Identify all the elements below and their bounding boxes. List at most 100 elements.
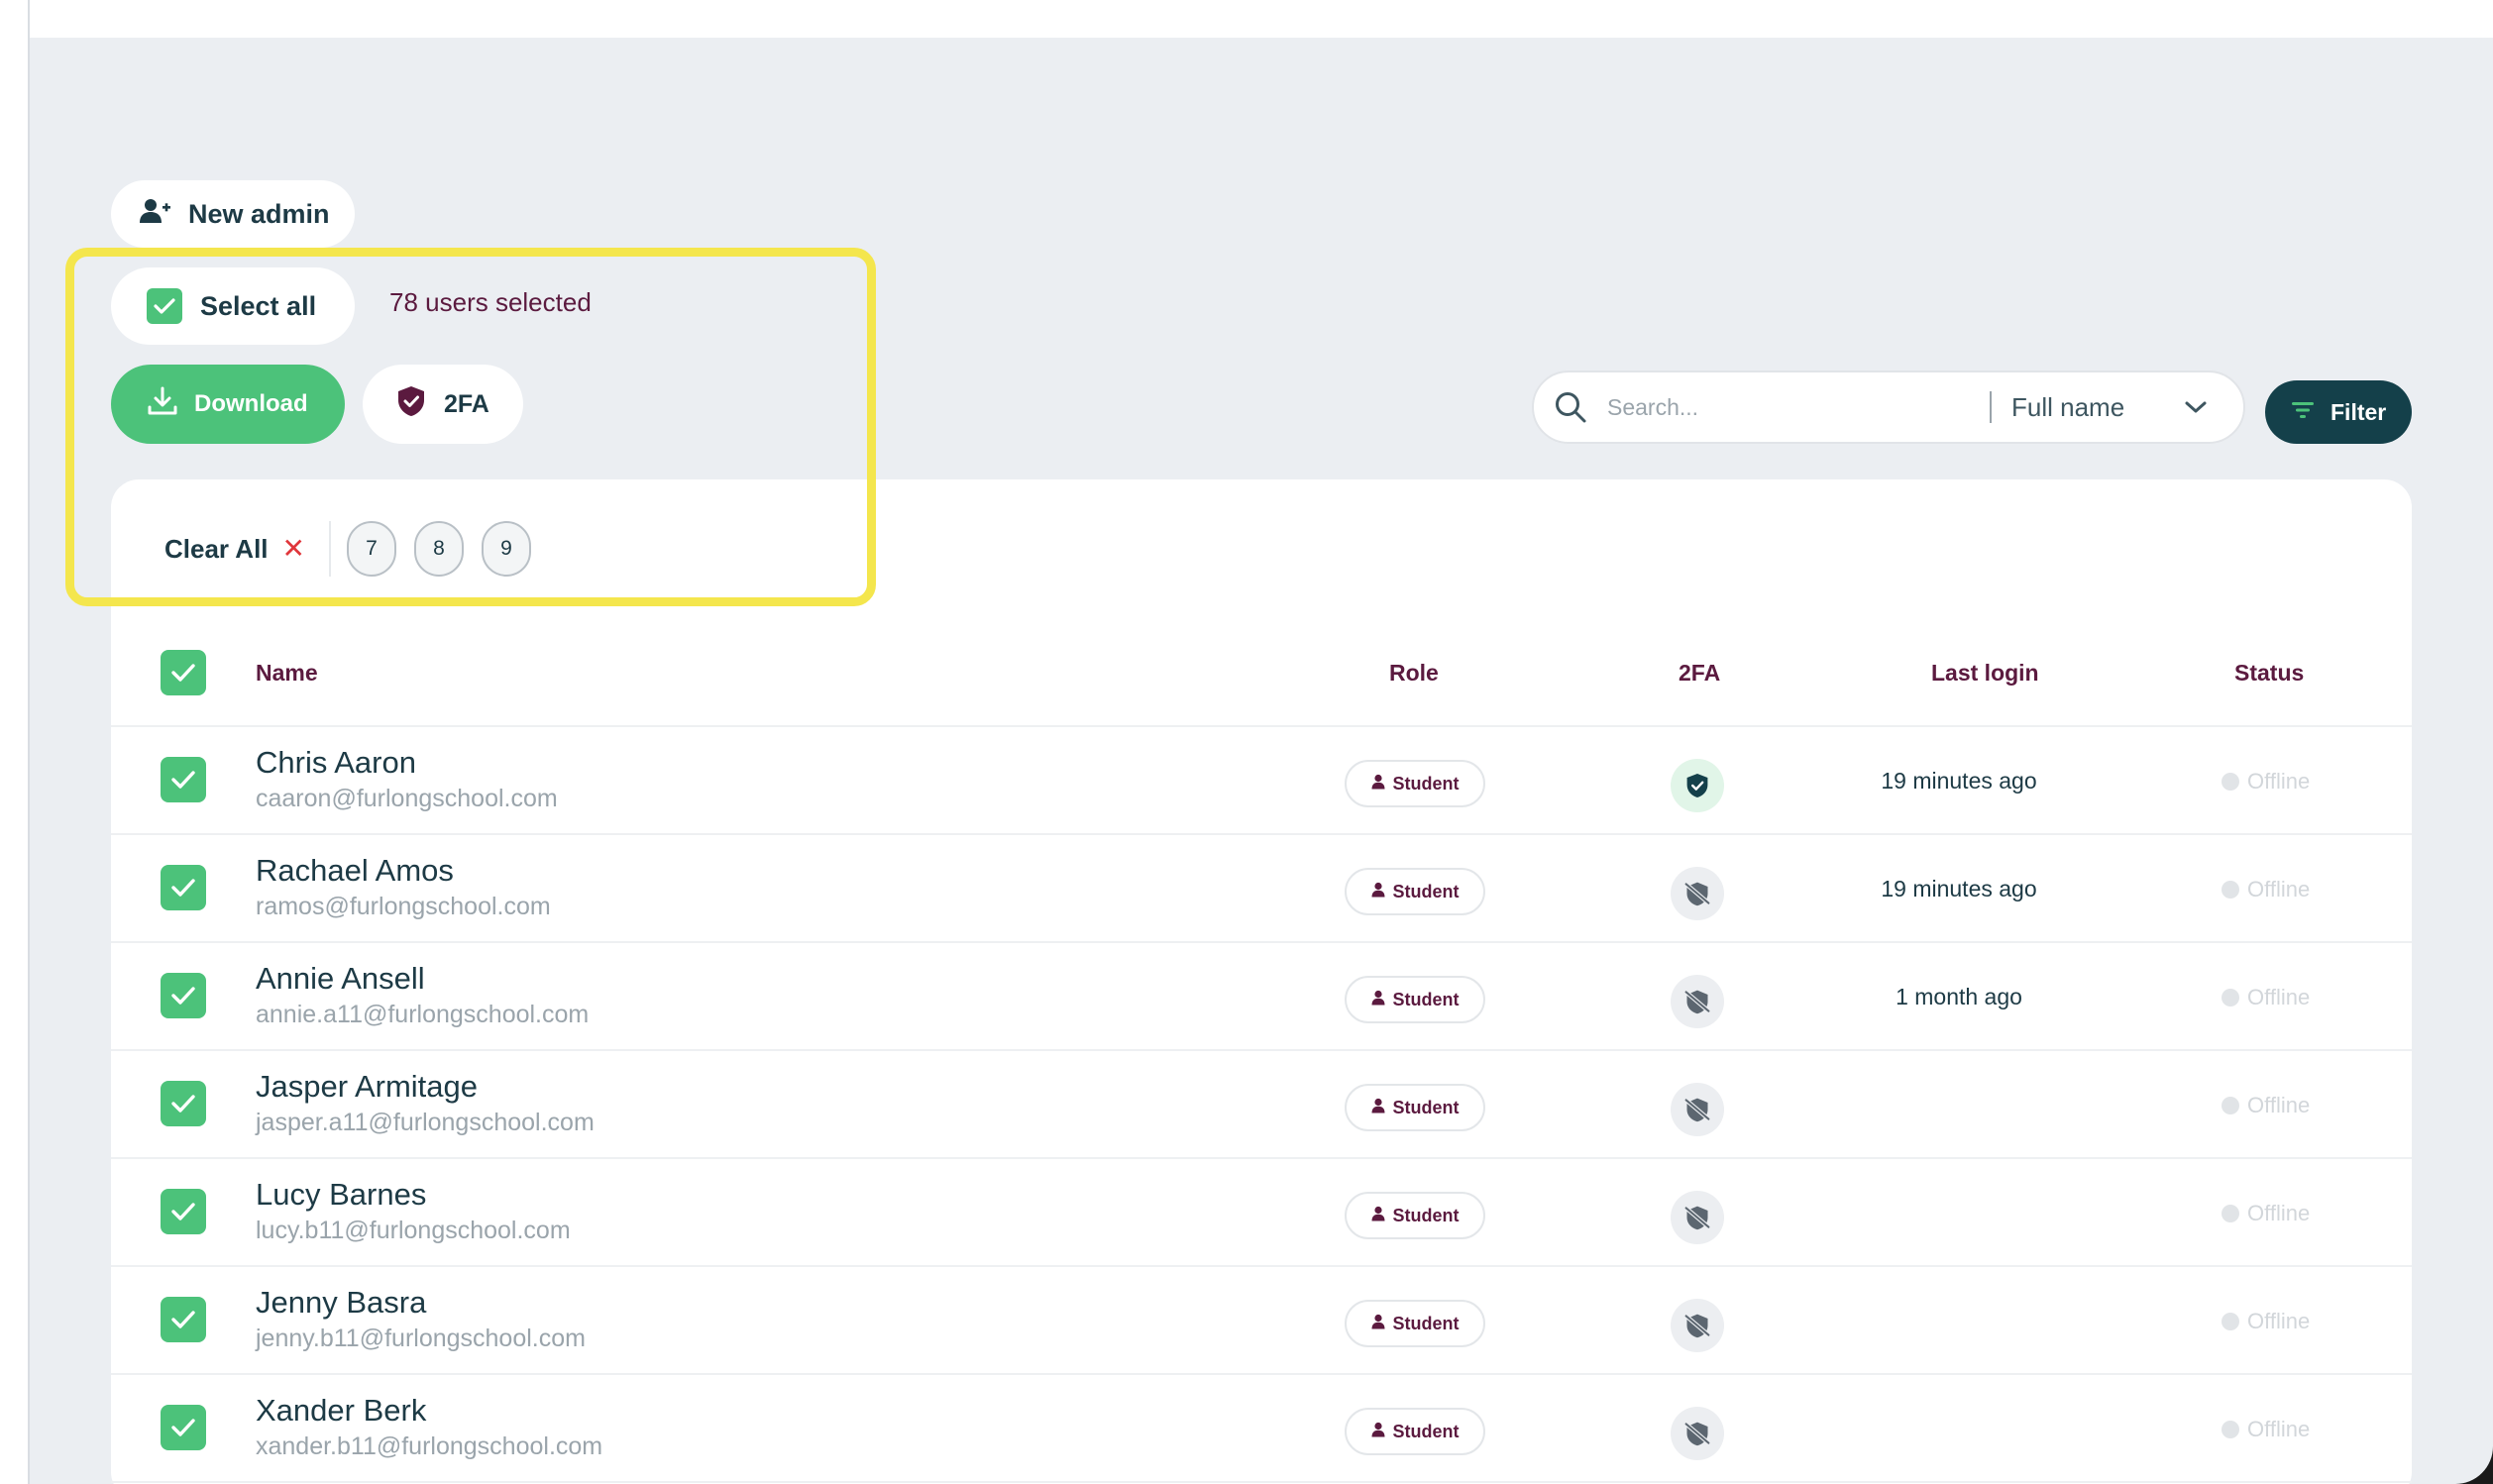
user-email: caaron@furlongschool.com	[256, 785, 558, 812]
last-login: 1 month ago	[1896, 984, 2022, 1009]
role-badge: Student	[1345, 976, 1485, 1023]
filter-chip[interactable]: 9	[482, 521, 531, 577]
header-twofa[interactable]: 2FA	[1679, 618, 1720, 727]
status-dot	[2222, 1096, 2239, 1114]
select-all-label: Select all	[200, 290, 317, 321]
table-row[interactable]: Rachael Amos ramos@furlongschool.com Stude…	[111, 835, 2412, 943]
row-checkbox[interactable]	[161, 1405, 206, 1450]
shield-off-icon	[1671, 867, 1724, 920]
row-checkbox[interactable]	[161, 1081, 206, 1126]
shield-off-icon	[1671, 1083, 1724, 1136]
user-cell: Xander Berk xander.b11@furlongschool.com	[256, 1393, 602, 1461]
user-name[interactable]: Annie Ansell	[256, 961, 589, 997]
checkbox-checked-icon[interactable]	[147, 288, 182, 324]
header-last-login[interactable]: Last login	[1931, 618, 2039, 727]
user-cell: Jasper Armitage jasper.a11@furlongschool.…	[256, 1069, 595, 1137]
table-row[interactable]: Xander Berk xander.b11@furlongschool.com S…	[111, 1375, 2412, 1483]
filter-lines-icon	[2291, 399, 2315, 426]
user-name[interactable]: Jenny Basra	[256, 1285, 586, 1321]
role-label: Student	[1392, 1205, 1460, 1225]
role-badge: Student	[1345, 1300, 1485, 1347]
status-dot	[2222, 1312, 2239, 1330]
table-row[interactable]: Chris Aaron caaron@furlongschool.com Stude…	[111, 727, 2412, 835]
role-badge: Student	[1345, 868, 1485, 915]
users-panel: Clear All ✕ 7 8 9 Name Role 2FA Last log…	[111, 479, 2412, 1484]
new-admin-button[interactable]: New admin	[111, 180, 355, 248]
header-name[interactable]: Name	[256, 618, 318, 727]
status-dot	[2222, 988, 2239, 1007]
selected-count: 78 users selected	[389, 287, 592, 317]
role-label: Student	[1392, 1313, 1460, 1333]
twofa-label: 2FA	[444, 389, 489, 418]
user-cell: Jenny Basra jenny.b11@furlongschool.com	[256, 1285, 586, 1353]
person-icon	[1371, 774, 1385, 795]
last-login: 19 minutes ago	[1881, 768, 2037, 794]
role-label: Student	[1392, 1421, 1460, 1441]
status-label: Offline	[2247, 1416, 2311, 1441]
role-badge: Student	[1345, 760, 1485, 807]
status-indicator: Offline	[2222, 1267, 2310, 1375]
user-email: lucy.b11@furlongschool.com	[256, 1217, 571, 1244]
status-indicator: Offline	[2222, 1375, 2310, 1483]
user-cell: Annie Ansell annie.a11@furlongschool.com	[256, 961, 589, 1029]
clear-all-button[interactable]: Clear All	[164, 534, 269, 565]
row-checkbox[interactable]	[161, 1189, 206, 1234]
row-checkbox[interactable]	[161, 865, 206, 910]
status-indicator: Offline	[2222, 943, 2310, 1051]
table-row[interactable]: Lucy Barnes lucy.b11@furlongschool.com Stu…	[111, 1159, 2412, 1267]
table-header: Name Role 2FA Last login Status	[111, 618, 2412, 727]
role-badge: Student	[1345, 1408, 1485, 1455]
download-label: Download	[194, 390, 308, 417]
user-cell: Lucy Barnes lucy.b11@furlongschool.com	[256, 1177, 571, 1245]
chevron-down-icon[interactable]	[2184, 399, 2208, 415]
table-row[interactable]: Annie Ansell annie.a11@furlongschool.com S…	[111, 943, 2412, 1051]
user-plus-icon	[139, 197, 170, 232]
status-label: Offline	[2247, 1308, 2311, 1333]
header-checkbox[interactable]	[161, 650, 206, 695]
table-row[interactable]: Jasper Armitage jasper.a11@furlongschool.…	[111, 1051, 2412, 1159]
search-input[interactable]	[1607, 393, 1984, 421]
row-checkbox[interactable]	[161, 973, 206, 1018]
status-dot	[2222, 1420, 2239, 1438]
user-name[interactable]: Chris Aaron	[256, 745, 558, 781]
role-badge: Student	[1345, 1192, 1485, 1239]
filter-button[interactable]: Filter	[2265, 380, 2412, 444]
person-icon	[1371, 882, 1385, 902]
role-label: Student	[1392, 1097, 1460, 1117]
filter-label: Filter	[2330, 398, 2387, 425]
person-icon	[1371, 1098, 1385, 1118]
user-email: ramos@furlongschool.com	[256, 893, 551, 920]
new-admin-label: New admin	[188, 198, 330, 229]
role-label: Student	[1392, 989, 1460, 1009]
shield-off-icon	[1671, 975, 1724, 1028]
person-icon	[1371, 990, 1385, 1010]
user-name[interactable]: Xander Berk	[256, 1393, 602, 1429]
status-indicator: Offline	[2222, 835, 2310, 943]
user-email: jasper.a11@furlongschool.com	[256, 1109, 595, 1136]
download-icon	[147, 385, 178, 424]
table-row[interactable]: Jenny Basra jenny.b11@furlongschool.com St…	[111, 1267, 2412, 1375]
role-label: Student	[1392, 773, 1460, 794]
search-icon	[1534, 390, 1607, 424]
user-name[interactable]: Rachael Amos	[256, 853, 551, 889]
user-name[interactable]: Lucy Barnes	[256, 1177, 571, 1213]
filter-chip[interactable]: 7	[347, 521, 396, 577]
search-field-select[interactable]: Full name	[2011, 392, 2170, 423]
close-icon[interactable]: ✕	[282, 535, 305, 563]
user-email: annie.a11@furlongschool.com	[256, 1001, 590, 1028]
filter-chip[interactable]: 8	[414, 521, 464, 577]
status-label: Offline	[2247, 1200, 2311, 1225]
twofa-button[interactable]: 2FA	[363, 365, 523, 444]
person-icon	[1371, 1314, 1385, 1334]
status-dot	[2222, 880, 2239, 899]
header-status[interactable]: Status	[2234, 618, 2304, 727]
row-checkbox[interactable]	[161, 1297, 206, 1342]
shield-off-icon	[1671, 1299, 1724, 1352]
user-name[interactable]: Jasper Armitage	[256, 1069, 595, 1105]
status-indicator: Offline	[2222, 1159, 2310, 1267]
select-all-button[interactable]: Select all	[111, 267, 355, 345]
chip-divider	[329, 521, 331, 577]
header-role[interactable]: Role	[1389, 618, 1439, 727]
download-button[interactable]: Download	[111, 365, 345, 444]
row-checkbox[interactable]	[161, 757, 206, 802]
